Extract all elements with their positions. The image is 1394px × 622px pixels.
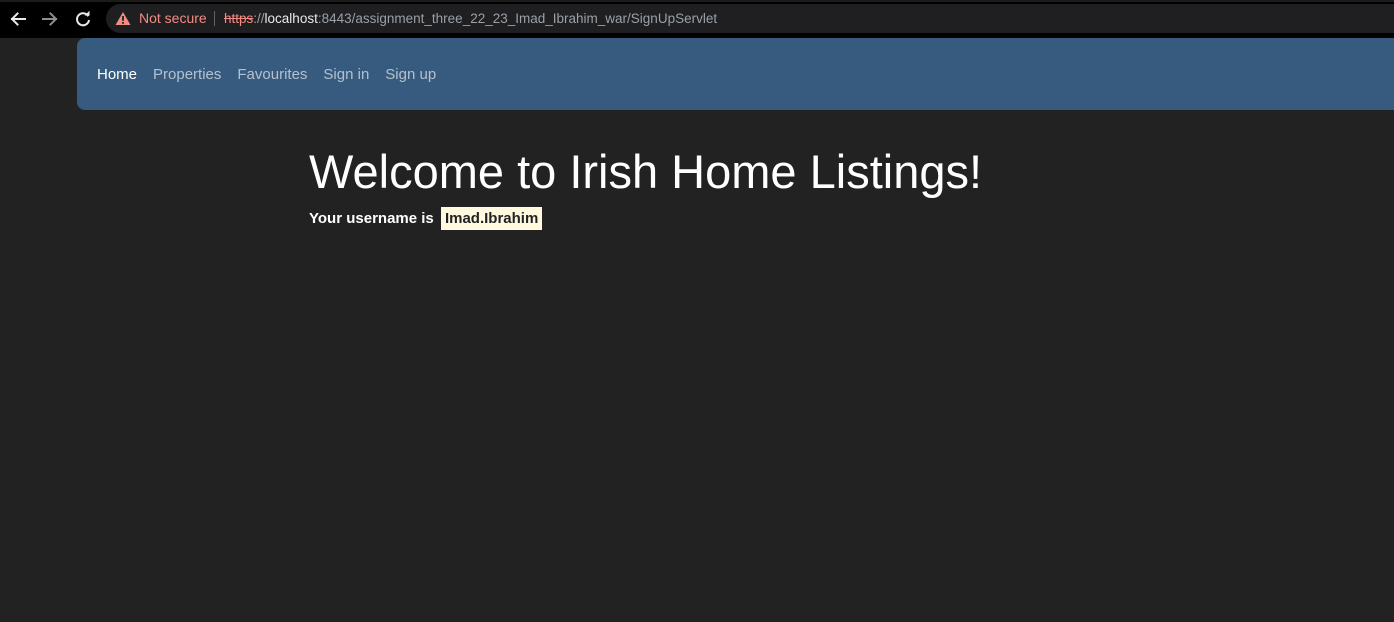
nav-item-properties[interactable]: Properties <box>153 66 221 83</box>
username-prefix: Your username is <box>309 210 434 227</box>
warning-triangle-icon[interactable] <box>115 11 131 26</box>
url-text[interactable]: https://localhost:8443/assignment_three_… <box>224 4 717 33</box>
url-host: localhost <box>264 11 318 26</box>
username-value: Imad.Ibrahim <box>440 207 543 230</box>
forward-button[interactable] <box>38 7 62 31</box>
page-title: Welcome to Irish Home Listings! <box>309 145 983 198</box>
address-bar[interactable]: Not secure https://localhost:8443/assign… <box>106 4 1394 33</box>
nav-item-sign-up[interactable]: Sign up <box>385 66 436 83</box>
reload-icon <box>76 10 90 27</box>
nav-links: Home Properties Favourites Sign in Sign … <box>97 38 452 110</box>
url-path: :8443/assignment_three_22_23_Imad_Ibrahi… <box>317 11 718 26</box>
security-status-label[interactable]: Not secure <box>139 4 207 33</box>
nav-item-home[interactable]: Home <box>97 66 137 83</box>
username-line: Your username is Imad.Ibrahim <box>309 207 982 230</box>
arrow-left-icon <box>10 12 26 26</box>
reload-button[interactable] <box>71 7 95 31</box>
nav-item-favourites[interactable]: Favourites <box>237 66 307 83</box>
back-button[interactable] <box>6 7 30 31</box>
main-content: Welcome to Irish Home Listings! Your use… <box>309 140 982 230</box>
tab-strip-edge <box>0 0 1394 2</box>
nav-item-sign-in[interactable]: Sign in <box>323 66 369 83</box>
arrow-right-icon <box>42 12 58 26</box>
browser-toolbar: Not secure https://localhost:8443/assign… <box>0 0 1394 38</box>
address-divider <box>214 11 215 26</box>
url-separator: :// <box>253 11 265 26</box>
url-scheme: https <box>224 11 254 26</box>
site-navbar: Home Properties Favourites Sign in Sign … <box>77 38 1394 110</box>
